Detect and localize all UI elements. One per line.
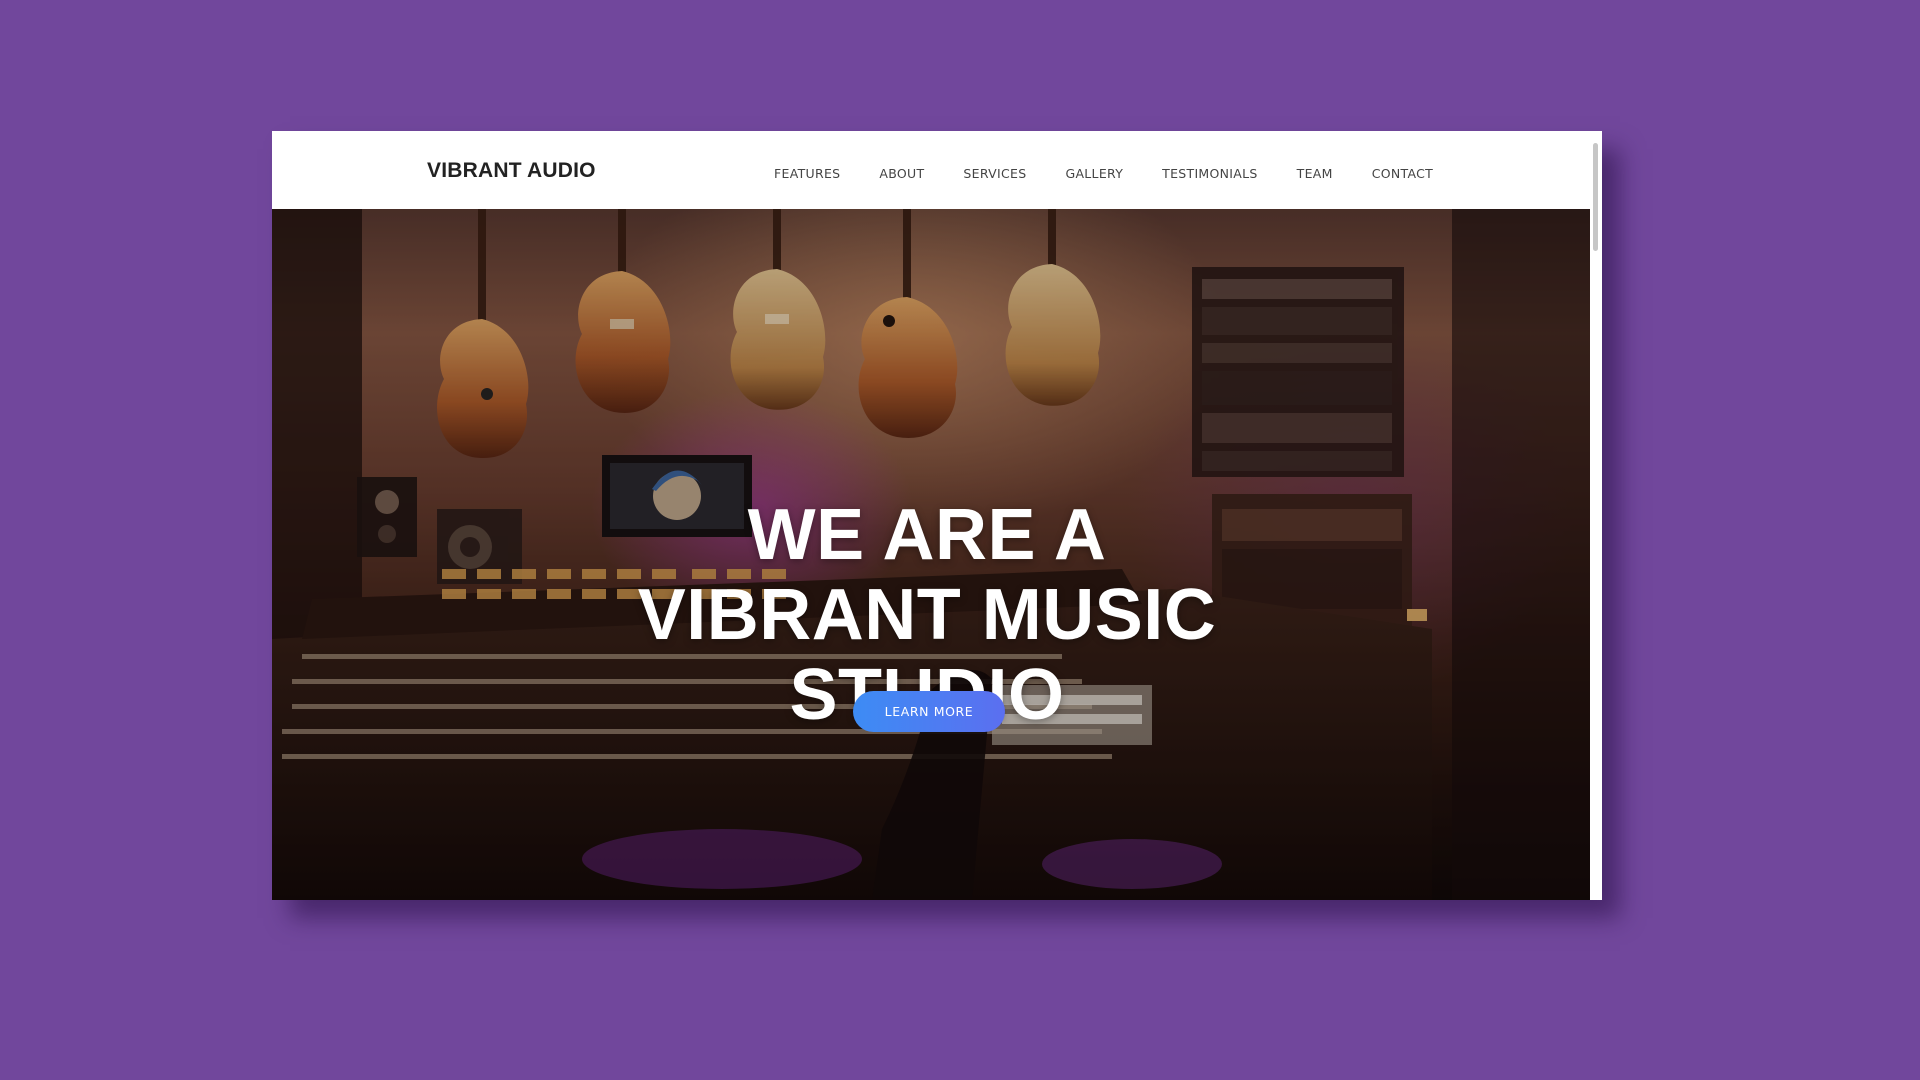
browser-window: VIBRANT AUDIO FEATURES ABOUT SERVICES GA… [272,131,1602,900]
nav-link-features[interactable]: FEATURES [774,160,840,181]
scrollbar[interactable] [1590,131,1602,900]
nav-link-about[interactable]: ABOUT [879,160,924,181]
nav-link-gallery[interactable]: GALLERY [1065,160,1123,181]
hero-section: WE ARE A VIBRANT MUSIC STUDIO LEARN MORE [272,209,1590,900]
nav-link-testimonials[interactable]: TESTIMONIALS [1162,160,1258,181]
hero-headline-line-1: WE ARE A [747,495,1107,576]
brand-logo[interactable]: VIBRANT AUDIO [427,159,596,183]
main-nav: FEATURES ABOUT SERVICES GALLERY TESTIMON… [774,131,1433,209]
hero-headline-line-2: VIBRANT MUSIC [637,575,1217,656]
learn-more-button[interactable]: LEARN MORE [853,691,1005,732]
scrollbar-thumb[interactable] [1593,143,1598,251]
nav-link-contact[interactable]: CONTACT [1372,160,1433,181]
site-header: VIBRANT AUDIO FEATURES ABOUT SERVICES GA… [272,131,1590,209]
nav-link-services[interactable]: SERVICES [963,160,1026,181]
nav-link-team[interactable]: TEAM [1297,160,1333,181]
